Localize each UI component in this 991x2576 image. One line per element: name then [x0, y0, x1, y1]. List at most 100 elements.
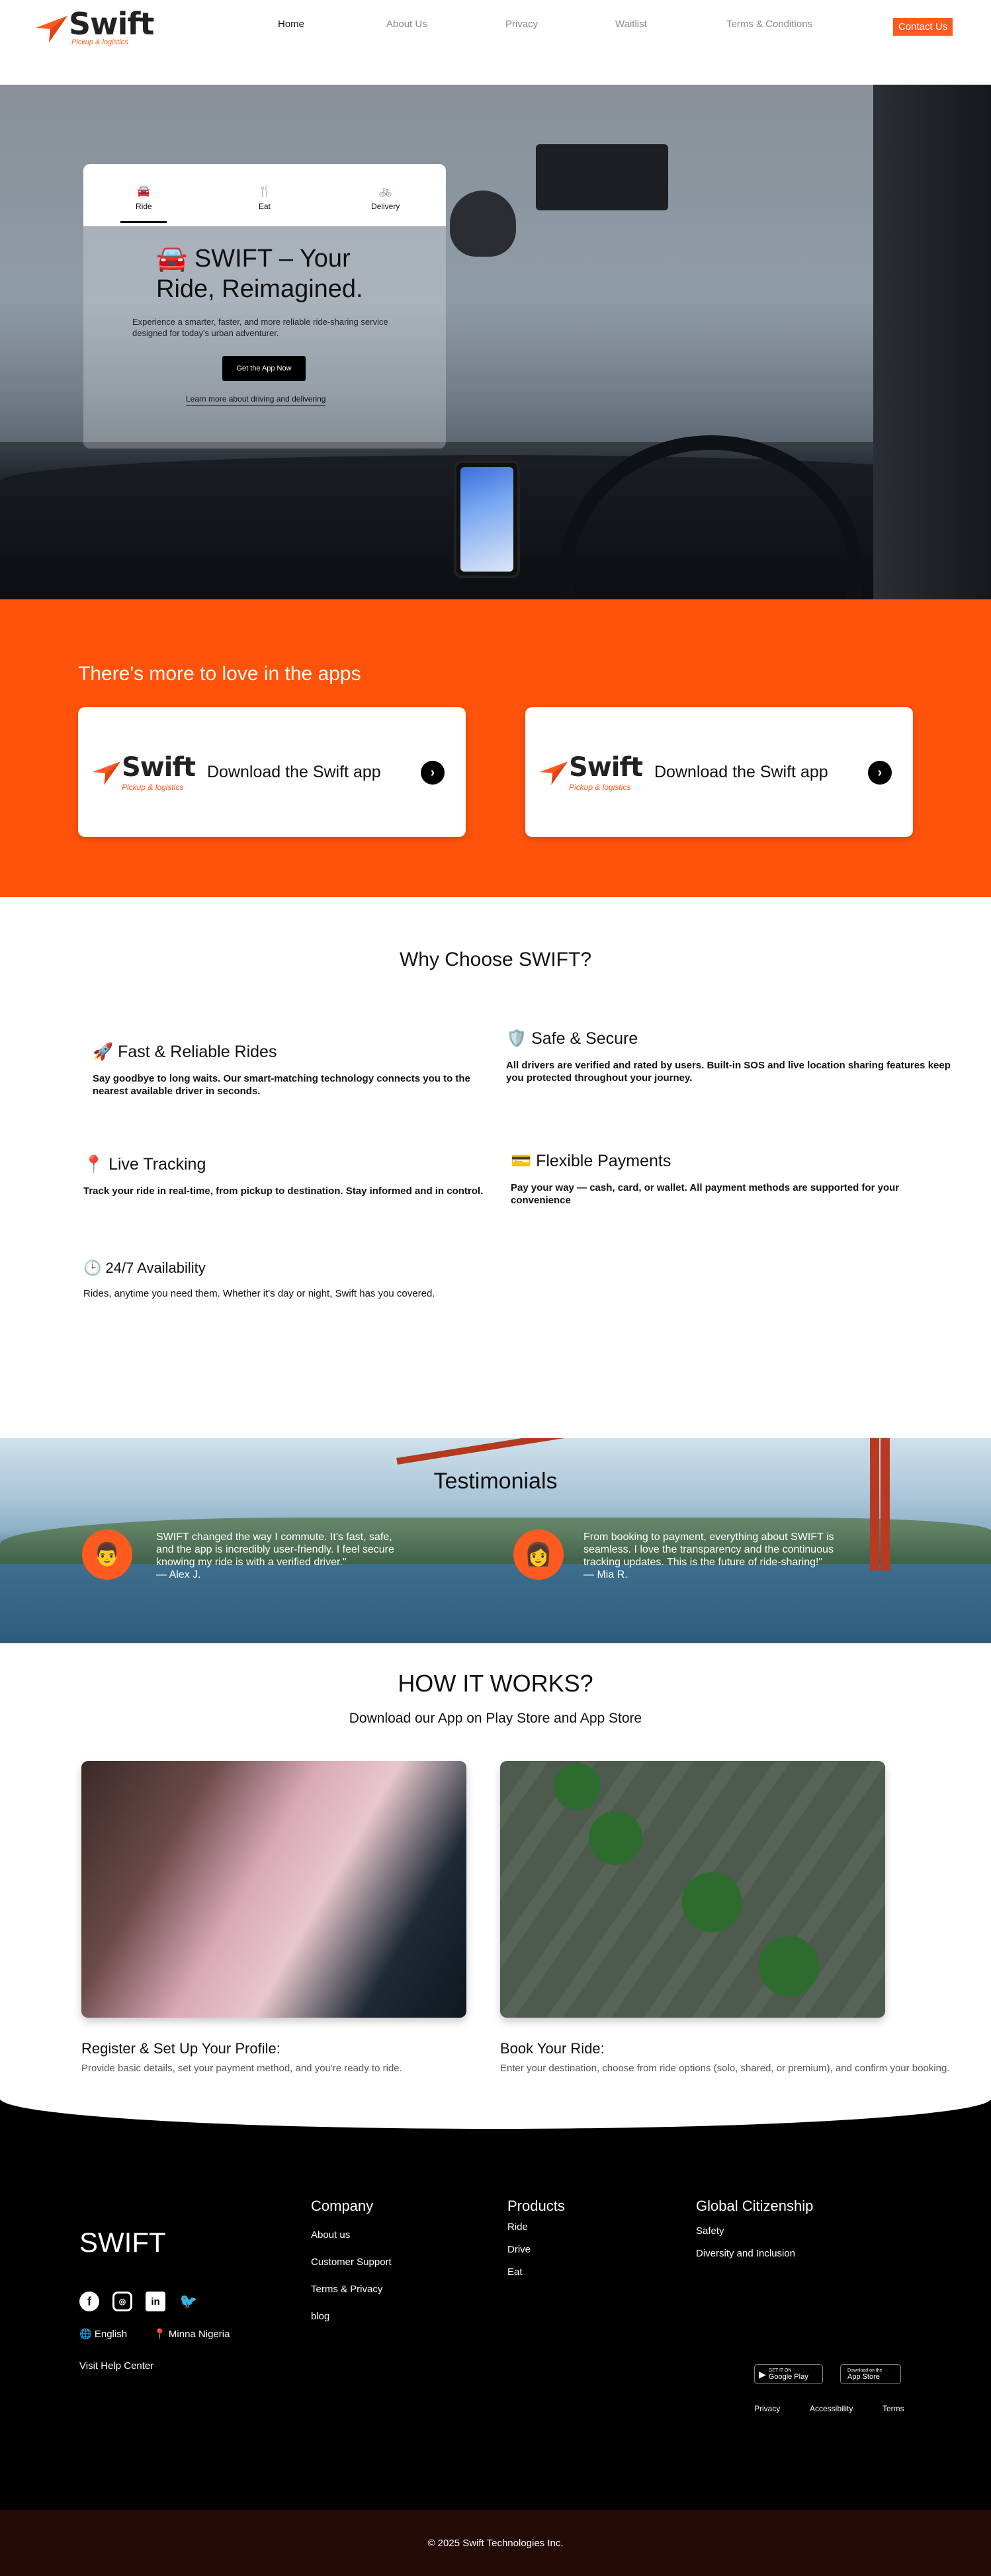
logo-tagline: Pickup & logistics: [122, 783, 184, 792]
feature-title: 📍 Live Tracking: [83, 1155, 206, 1174]
step-title: Book Your Ride:: [500, 2040, 605, 2057]
feature-title: 🚀 Fast & Reliable Rides: [93, 1043, 277, 1061]
how-subheading: Download our App on Play Store and App S…: [349, 1711, 642, 1726]
get-app-button[interactable]: Get the App Now: [222, 356, 306, 381]
nav-waitlist[interactable]: Waitlist: [615, 19, 647, 30]
feature-title: 🕒 24/7 Availability: [83, 1260, 206, 1276]
location-pin-icon: 📍: [153, 2329, 169, 2340]
footer-products: Products Ride Drive Eat: [507, 2198, 565, 2289]
footer-link[interactable]: Safety: [696, 2225, 813, 2237]
rearview-mirror: [536, 144, 668, 210]
footer-brand: SWIFT: [79, 2227, 166, 2258]
apps-section: There's more to love in the apps Swift P…: [0, 599, 991, 897]
social-links: f ◎ in 🐦: [79, 2292, 198, 2311]
swift-logo: Swift Pickup & logistics: [539, 752, 643, 792]
feature-title: 💳 Flexible Payments: [511, 1152, 671, 1170]
legal-accessibility[interactable]: Accessibility: [810, 2404, 883, 2413]
download-app-label: Download the Swift app: [207, 762, 381, 781]
footer-link[interactable]: blog: [311, 2311, 392, 2322]
arrow-right-icon[interactable]: ›: [868, 761, 892, 785]
app-store-badge[interactable]: Download on the App Store: [840, 2364, 901, 2384]
quote-author: — Mia R.: [583, 1569, 628, 1580]
step-title: Register & Set Up Your Profile:: [81, 2040, 280, 2057]
swift-arrow-icon: [539, 761, 568, 785]
footer-link[interactable]: Eat: [507, 2266, 565, 2278]
feature-payments: 💳 Flexible Payments Pay your way — cash,…: [511, 1152, 954, 1207]
swift-logo: Swift Pickup & logistics: [91, 752, 196, 792]
footer-link[interactable]: Customer Support: [311, 2256, 392, 2268]
quote-text: SWIFT changed the way I commute. It's fa…: [156, 1531, 394, 1568]
footer-link[interactable]: Drive: [507, 2244, 565, 2255]
hero-card: 🚘 Ride 🍴 Eat 🚲 Delivery 🚘 SWIFT – Your R…: [83, 164, 446, 449]
contact-us-button[interactable]: Contact Us: [893, 18, 953, 36]
feature-text: Pay your way — cash, card, or wallet. Al…: [511, 1182, 900, 1206]
hero-subtitle: Experience a smarter, faster, and more r…: [132, 317, 388, 338]
nav-privacy[interactable]: Privacy: [505, 19, 538, 30]
location-label: Minna Nigeria: [168, 2329, 230, 2340]
arrow-right-icon[interactable]: ›: [421, 761, 445, 785]
why-section: Why Choose SWIFT? 🚀 Fast & Reliable Ride…: [0, 897, 991, 1438]
legal-links: Privacy Accessibility Terms: [754, 2404, 904, 2413]
footer-col-title: Global Citizenship: [696, 2198, 814, 2214]
language-label: English: [94, 2329, 128, 2340]
car-icon: 🚘: [137, 186, 151, 197]
swift-arrow-icon: [36, 16, 67, 42]
footer-citizenship: Global Citizenship Safety Diversity and …: [696, 2198, 813, 2270]
tab-ride[interactable]: 🚘 Ride: [114, 179, 173, 223]
footer-link[interactable]: About us: [311, 2229, 392, 2241]
side-mirror: [450, 191, 516, 257]
facebook-icon[interactable]: f: [79, 2292, 99, 2311]
badge-small: Download on the: [847, 2368, 883, 2373]
logo-wordmark: Swift: [122, 752, 196, 783]
logo-wordmark: Swift: [69, 6, 154, 42]
tab-eat-label: Eat: [258, 202, 271, 211]
location[interactable]: 📍 Minna Nigeria: [153, 2328, 230, 2340]
instagram-icon[interactable]: ◎: [112, 2292, 132, 2311]
driver-figure: [873, 85, 991, 599]
nav-about[interactable]: About Us: [386, 19, 427, 30]
tab-delivery[interactable]: 🚲 Delivery: [356, 179, 415, 211]
feature-safe: 🛡️ Safe & Secure All drivers are verifie…: [506, 1029, 956, 1084]
footer-link[interactable]: Diversity and Inclusion: [696, 2248, 813, 2259]
legal-privacy[interactable]: Privacy: [754, 2404, 810, 2413]
language-selector[interactable]: 🌐 English: [79, 2328, 127, 2340]
help-center-link[interactable]: Visit Help Center: [79, 2360, 153, 2372]
linkedin-icon[interactable]: in: [146, 2292, 165, 2311]
nav-terms[interactable]: Terms & Conditions: [726, 19, 812, 30]
swift-logo[interactable]: Swift Pickup & logistics: [34, 6, 154, 46]
feature-availability: 🕒 24/7 Availability Rides, anytime you n…: [83, 1260, 546, 1300]
download-app-card[interactable]: Swift Pickup & logistics Download the Sw…: [78, 707, 466, 837]
app-store-badges: ▶ GET IT ON Google Play Download on the Ap…: [754, 2364, 901, 2384]
logo-tagline: Pickup & logistics: [569, 783, 631, 792]
hero-section: 🚘 Ride 🍴 Eat 🚲 Delivery 🚘 SWIFT – Your R…: [0, 85, 991, 599]
copyright-bar: © 2025 Swift Technologies Inc.: [0, 2510, 991, 2576]
globe-icon: 🌐: [79, 2329, 95, 2340]
step-text: Enter your destination, choose from ride…: [500, 2063, 950, 2074]
quote-author: — Alex J.: [156, 1569, 201, 1580]
footer-link[interactable]: Terms & Privacy: [311, 2284, 392, 2295]
google-play-badge[interactable]: ▶ GET IT ON Google Play: [754, 2364, 823, 2384]
twitter-icon[interactable]: 🐦: [179, 2292, 198, 2311]
tab-delivery-label: Delivery: [370, 202, 400, 211]
why-heading: Why Choose SWIFT?: [399, 949, 592, 970]
driver-photo: [81, 1761, 466, 2018]
feature-tracking: 📍 Live Tracking Track your ride in real-…: [83, 1155, 494, 1197]
learn-more-link[interactable]: Learn more about driving and delivering: [186, 394, 326, 406]
badge-label: App Store: [847, 2372, 880, 2381]
background-bridge: [396, 1438, 986, 1465]
legal-terms[interactable]: Terms: [883, 2404, 904, 2413]
avatar: 👩: [513, 1529, 564, 1580]
footer-company: Company About us Customer Support Terms …: [311, 2198, 392, 2338]
footer: SWIFT f ◎ in 🐦 🌐 English 📍 Minna Nigeria…: [0, 2098, 991, 2576]
feature-text: Say goodbye to long waits. Our smart-mat…: [93, 1073, 470, 1097]
tab-eat[interactable]: 🍴 Eat: [235, 179, 294, 211]
download-app-card[interactable]: Swift Pickup & logistics Download the Sw…: [525, 707, 913, 837]
nav-home[interactable]: Home: [278, 19, 304, 30]
testimonials-section: Testimonials 👨 SWIFT changed the way I c…: [0, 1438, 991, 1643]
service-tabs: 🚘 Ride 🍴 Eat 🚲 Delivery: [83, 164, 446, 226]
footer-link[interactable]: Ride: [507, 2221, 565, 2233]
step-text: Provide basic details, set your payment …: [81, 2063, 402, 2074]
background-hills: [0, 1518, 991, 1564]
apps-heading: There's more to love in the apps: [78, 663, 361, 685]
feature-text: All drivers are verified and rated by us…: [506, 1060, 951, 1084]
